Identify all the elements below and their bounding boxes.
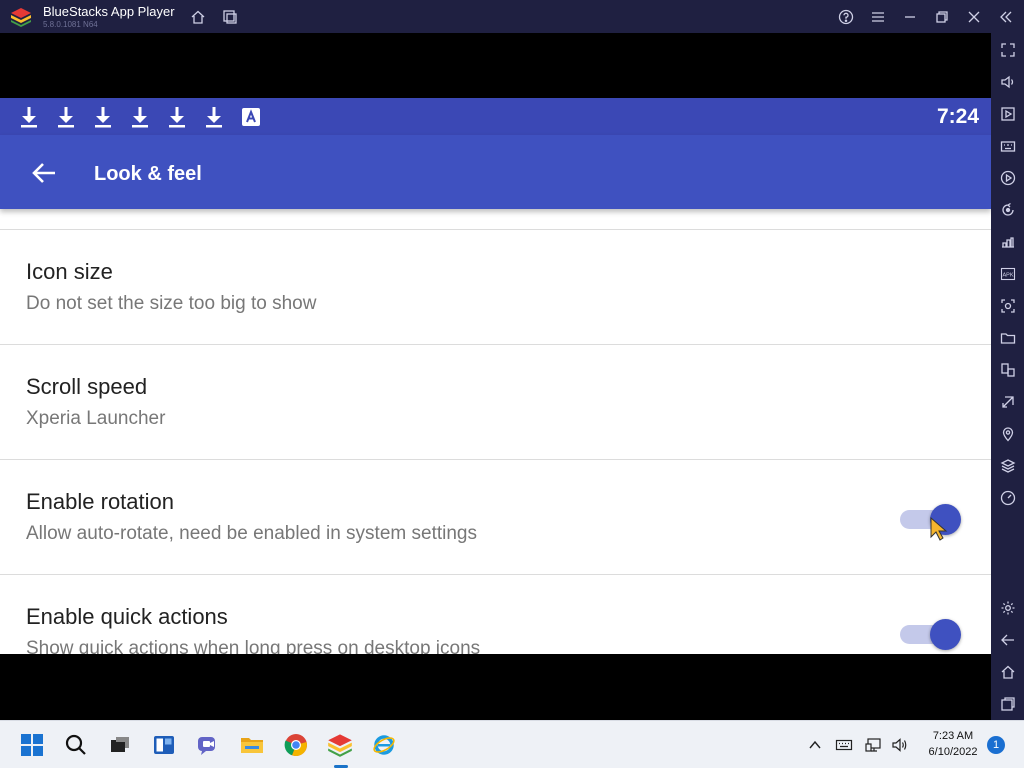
layers-icon[interactable]	[999, 457, 1016, 474]
performance-icon[interactable]	[999, 233, 1016, 250]
help-icon[interactable]	[837, 8, 855, 26]
android-status-bar: 7:24	[0, 98, 991, 135]
pref-enable-rotation[interactable]: Enable rotation Allow auto-rotate, need …	[0, 459, 991, 574]
multi-instance-manager-icon[interactable]	[999, 361, 1016, 378]
window-title: BlueStacks App Player	[43, 4, 175, 19]
settings-list: Icon size Do not set the size too big to…	[0, 209, 991, 654]
screenshot-icon[interactable]	[999, 297, 1016, 314]
volume-icon[interactable]	[999, 73, 1016, 90]
pref-scroll-speed[interactable]: Scroll speed Xperia Launcher	[0, 344, 991, 459]
pref-summary: Show quick actions when long press on de…	[26, 638, 481, 654]
pref-summary: Do not set the size too big to show	[26, 293, 317, 314]
status-clock: 7:24	[936, 105, 979, 128]
download-icon	[21, 107, 37, 128]
page-title: Look & feel	[94, 163, 202, 185]
widgets-icon[interactable]	[150, 731, 178, 759]
task-view-icon[interactable]	[106, 731, 134, 759]
apk-install-icon[interactable]: APK	[999, 265, 1016, 282]
show-hidden-icons-icon[interactable]	[806, 736, 824, 754]
fullscreen-icon[interactable]	[999, 41, 1016, 58]
download-icon	[58, 107, 74, 128]
mouse-cursor-icon	[930, 517, 948, 541]
chrome-icon[interactable]	[282, 731, 310, 759]
minimize-icon[interactable]	[901, 8, 919, 26]
input-keyboard-icon[interactable]	[835, 736, 853, 754]
android-screen: 7:24 Look & feel Icon size Do not set th…	[0, 33, 991, 720]
media-manager-icon[interactable]	[999, 105, 1016, 122]
window-version: 5.8.0.1081 N64	[43, 20, 98, 29]
internet-explorer-icon[interactable]	[370, 731, 398, 759]
folder-icon[interactable]	[999, 329, 1016, 346]
keyboard-icon[interactable]	[999, 137, 1016, 154]
download-icon	[95, 107, 111, 128]
search-icon[interactable]	[62, 731, 90, 759]
teams-chat-icon[interactable]	[194, 731, 222, 759]
bluestacks-sidebar: APK	[991, 33, 1024, 720]
back-arrow-icon[interactable]	[30, 159, 58, 187]
bluestacks-logo-icon	[11, 8, 31, 27]
pref-title: Enable quick actions	[26, 604, 228, 629]
android-home-icon[interactable]	[999, 663, 1016, 680]
pref-summary: Xperia Launcher	[26, 408, 166, 429]
home-icon[interactable]	[189, 8, 207, 26]
settings-gear-icon[interactable]	[999, 599, 1016, 616]
pref-title: Scroll speed	[26, 374, 148, 399]
download-icon	[132, 107, 148, 128]
taskbar-date[interactable]: 6/10/2022	[920, 746, 986, 758]
pref-summary: Allow auto-rotate, need be enabled in sy…	[26, 523, 477, 544]
windows-taskbar: 7:23 AM 6/10/2022 1	[0, 720, 1024, 768]
android-recents-icon[interactable]	[999, 695, 1016, 712]
menu-icon[interactable]	[869, 8, 887, 26]
pref-title: Icon size	[26, 259, 113, 284]
taskbar-time[interactable]: 7:23 AM	[920, 730, 986, 742]
volume-tray-icon[interactable]	[891, 736, 909, 754]
macro-icon[interactable]	[999, 169, 1016, 186]
file-explorer-icon[interactable]	[238, 731, 266, 759]
restore-icon[interactable]	[933, 8, 951, 26]
speed-icon[interactable]	[999, 489, 1016, 506]
android-back-icon[interactable]	[999, 631, 1016, 648]
sync-icon[interactable]	[999, 201, 1016, 218]
app-notification-icon	[242, 108, 260, 126]
pref-title: Enable rotation	[26, 489, 174, 514]
app-bar: Look & feel	[0, 135, 991, 209]
download-icon	[169, 107, 185, 128]
pref-icon-size[interactable]: Icon size Do not set the size too big to…	[0, 229, 991, 344]
window-titlebar: BlueStacks App Player 5.8.0.1081 N64	[0, 0, 1024, 33]
start-icon[interactable]	[18, 731, 46, 759]
toggle-thumb	[930, 619, 961, 650]
notification-badge[interactable]: 1	[987, 736, 1005, 754]
close-icon[interactable]	[965, 8, 983, 26]
eco-mode-icon[interactable]	[999, 393, 1016, 410]
bluestacks-taskbar-icon[interactable]	[326, 731, 354, 759]
network-icon[interactable]	[865, 736, 883, 754]
svg-text:APK: APK	[1002, 272, 1013, 278]
multi-instance-icon[interactable]	[221, 8, 239, 26]
download-icon	[206, 107, 222, 128]
quick-actions-toggle[interactable]	[900, 618, 962, 650]
collapse-sidebar-icon[interactable]	[997, 8, 1015, 26]
pref-enable-quick-actions[interactable]: Enable quick actions Show quick actions …	[0, 574, 991, 654]
location-icon[interactable]	[999, 425, 1016, 442]
